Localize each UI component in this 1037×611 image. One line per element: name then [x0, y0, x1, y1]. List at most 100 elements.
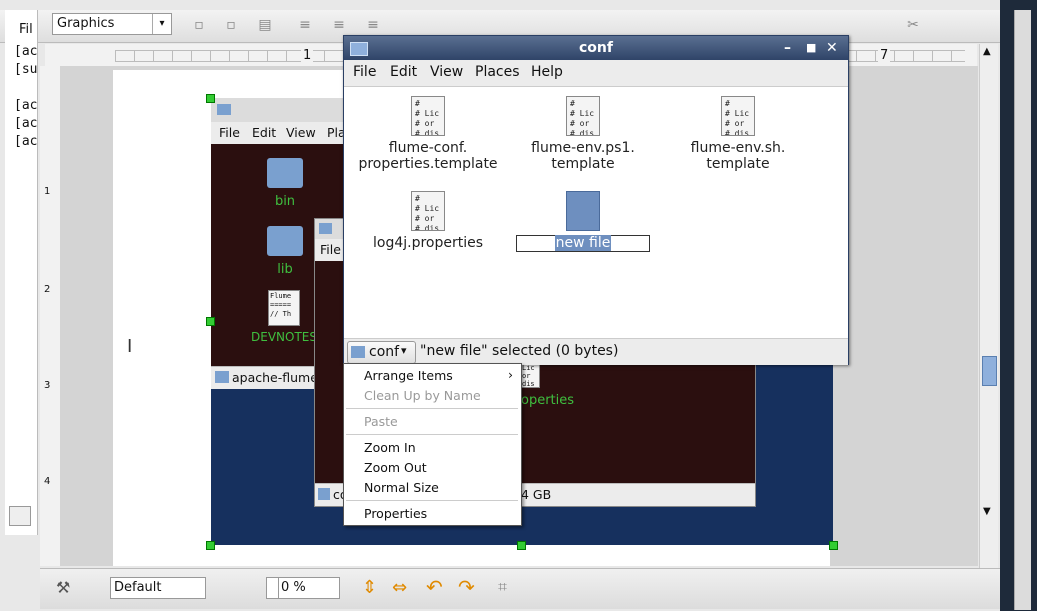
- menu-properties[interactable]: Properties: [364, 506, 427, 521]
- vertical-ruler: 1 2 3 4: [40, 66, 61, 566]
- folder-icon: [215, 371, 229, 383]
- flip-vertical-icon[interactable]: ⇕: [362, 577, 377, 598]
- graphics-style-combo[interactable]: Default: [110, 577, 206, 599]
- toolbar-icon-right[interactable]: ✂: [904, 14, 922, 36]
- menu-zoom-out[interactable]: Zoom Out: [364, 460, 427, 475]
- menu-view[interactable]: View: [430, 64, 463, 80]
- toolbar-icon-2[interactable]: ▫: [222, 14, 240, 36]
- menu-clean-up: Clean Up by Name: [364, 388, 481, 403]
- menu-normal-size[interactable]: Normal Size: [364, 480, 439, 495]
- file-item[interactable]: # # Lic # or # dis # reg flume-env.sh. t…: [663, 96, 813, 172]
- background-window-titlebar: [211, 98, 351, 122]
- left-line-6: [ac: [14, 134, 38, 149]
- location-button[interactable]: conf ▾: [347, 341, 416, 364]
- ruler-mark-7: 7: [878, 48, 891, 63]
- location-label: conf: [369, 344, 400, 360]
- conf-menubar: File Edit View Places Help: [344, 60, 848, 87]
- file-name-line1: flume-env.ps1.: [531, 140, 635, 156]
- resize-handle[interactable]: [206, 317, 215, 326]
- bg-menu-view[interactable]: View: [286, 125, 316, 140]
- align-center-icon[interactable]: ≡: [330, 14, 348, 36]
- bg-menu-file[interactable]: File: [219, 125, 240, 140]
- menu-arrange-items[interactable]: Arrange Items: [364, 368, 453, 383]
- bin-folder-label: bin: [274, 194, 296, 209]
- file-name-line2: template: [706, 156, 770, 172]
- folder-icon: [350, 42, 368, 56]
- paragraph-style-combo[interactable]: Graphics ▾: [52, 13, 172, 35]
- file-name-line2: properties.template: [358, 156, 498, 172]
- left-panel-label: Fil: [19, 22, 33, 37]
- transparency-field[interactable]: 0 %: [278, 577, 340, 599]
- bg-menu-edit[interactable]: Edit: [252, 125, 276, 140]
- left-line-5: [ac: [14, 116, 38, 131]
- chevron-right-icon: ›: [508, 367, 513, 382]
- vruler-mark-3: 3: [44, 380, 51, 391]
- folder-icon: [319, 223, 332, 234]
- outer-scrollbar[interactable]: [1014, 10, 1031, 610]
- left-panel: Fil [ac [su [ac [ac [ac: [5, 10, 38, 535]
- menu-file[interactable]: File: [353, 64, 376, 80]
- align-left-icon[interactable]: ≡: [296, 14, 314, 36]
- inner-properties-label: operties: [521, 393, 575, 408]
- document-icon: [566, 191, 600, 231]
- folder-icon: [351, 346, 365, 358]
- crop-icon[interactable]: ⌗: [498, 577, 507, 597]
- rotate-left-icon[interactable]: ↶: [426, 575, 443, 599]
- toolbar-icon-1[interactable]: ▫: [190, 14, 208, 36]
- vertical-scrollbar[interactable]: ▲ ▼: [979, 44, 998, 568]
- transparency-value: 0 %: [281, 580, 306, 595]
- toolbar-icon-3[interactable]: ▤: [256, 14, 274, 36]
- chevron-down-icon[interactable]: ▾: [152, 14, 171, 34]
- menu-places[interactable]: Places: [475, 64, 520, 80]
- file-item[interactable]: # # Lic # or # dis log4j.properties: [353, 191, 503, 251]
- minimize-icon[interactable]: –: [784, 36, 791, 60]
- inner-menu-file[interactable]: File: [320, 242, 341, 257]
- magic-wand-icon[interactable]: ⚒: [56, 578, 70, 597]
- document-icon: Lic or dis: [520, 362, 540, 388]
- file-name-line1: flume-conf.: [388, 140, 468, 156]
- left-line-2: [su: [14, 62, 38, 77]
- conf-window: conf – ■ ✕ File Edit View Places Help # …: [343, 35, 849, 365]
- menu-separator: [346, 500, 518, 501]
- menu-zoom-in[interactable]: Zoom In: [364, 440, 416, 455]
- conf-titlebar[interactable]: conf – ■ ✕: [344, 36, 848, 60]
- new-file-item[interactable]: new file: [508, 191, 658, 252]
- graphics-style-value: Default: [114, 580, 162, 595]
- resize-handle[interactable]: [206, 94, 215, 103]
- rename-field[interactable]: new file: [516, 235, 650, 252]
- new-file-name: new file: [554, 235, 612, 251]
- paragraph-style-value: Graphics: [57, 16, 115, 31]
- selection-status: "new file" selected (0 bytes): [420, 343, 619, 359]
- chevron-down-icon: ▾: [401, 344, 407, 357]
- document-icon: # # Lic # or # dis # reg: [566, 96, 600, 136]
- menu-separator: [346, 408, 518, 409]
- file-name-line2: template: [551, 156, 615, 172]
- bottom-toolbar: ⚒ Default 0 % ⇕ ⇔ ↶ ↷ ⌗: [40, 568, 1000, 609]
- left-line-4: [ac: [14, 98, 38, 113]
- ruler-mark-1: 1: [301, 48, 314, 63]
- conf-statusbar: conf ▾ "new file" selected (0 bytes): [344, 338, 848, 365]
- computer-icon[interactable]: [9, 506, 31, 526]
- resize-handle[interactable]: [517, 541, 526, 550]
- file-name-line1: log4j.properties: [372, 235, 484, 251]
- file-item[interactable]: # # Lic # or # dis # reg flume-conf. pro…: [353, 96, 503, 172]
- bg-status-folder: apache-flume-: [232, 370, 323, 385]
- document-icon: Flume ===== // Th: [268, 290, 300, 326]
- document-icon: # # Lic # or # dis: [411, 191, 445, 231]
- inner-status-size: 4 GB: [521, 487, 552, 502]
- scroll-down-icon[interactable]: ▼: [983, 506, 991, 517]
- align-right-icon[interactable]: ≡: [364, 14, 382, 36]
- menu-edit[interactable]: Edit: [390, 64, 417, 80]
- close-icon[interactable]: ✕: [826, 36, 838, 60]
- scrollbar-thumb[interactable]: [982, 356, 997, 386]
- flip-horizontal-icon[interactable]: ⇔: [392, 577, 407, 598]
- rotate-right-icon[interactable]: ↷: [458, 575, 475, 599]
- maximize-icon[interactable]: ■: [806, 36, 816, 60]
- menu-help[interactable]: Help: [531, 64, 563, 80]
- resize-handle[interactable]: [829, 541, 838, 550]
- folder-icon: [267, 226, 303, 256]
- resize-handle[interactable]: [206, 541, 215, 550]
- scroll-up-icon[interactable]: ▲: [983, 46, 991, 57]
- folder-icon: [318, 488, 330, 500]
- file-item[interactable]: # # Lic # or # dis # reg flume-env.ps1. …: [508, 96, 658, 172]
